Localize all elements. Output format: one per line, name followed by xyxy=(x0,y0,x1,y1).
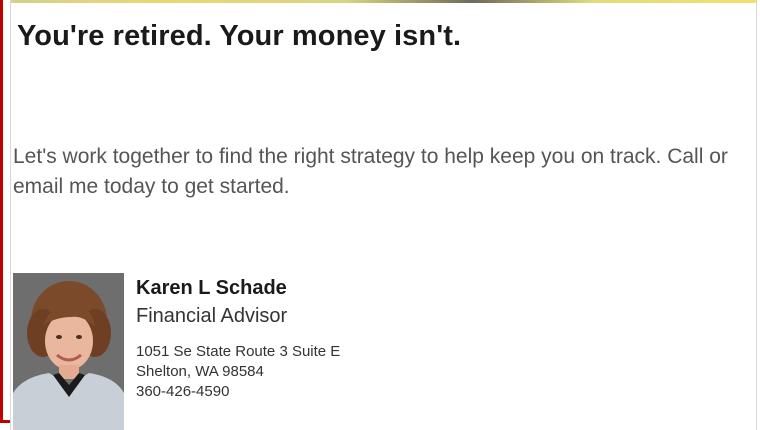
body-text: Let's work together to find the right st… xyxy=(13,145,728,198)
phone-number[interactable]: 360-426-4590 xyxy=(136,382,340,402)
advisor-portrait-image xyxy=(13,273,124,430)
banner-image-strip xyxy=(11,0,756,3)
advisor-name: Karen L Schade xyxy=(136,277,287,299)
advisor-info: Karen L Schade Financial Advisor 1051 Se… xyxy=(136,274,340,402)
advisor-photo xyxy=(13,273,124,430)
left-accent-bar-corner xyxy=(0,420,10,423)
advisor-contact: 1051 Se State Route 3 Suite E Shelton, W… xyxy=(136,342,340,402)
left-accent-bar xyxy=(0,0,3,422)
address-line-1: 1051 Se State Route 3 Suite E xyxy=(136,343,341,360)
advisor-ad-card: You're retired. Your money isn't. Let's … xyxy=(10,0,757,430)
headline: You're retired. Your money isn't. xyxy=(17,20,462,52)
address-line-2: Shelton, WA 98584 xyxy=(136,363,264,380)
advisor-title: Financial Advisor xyxy=(136,305,288,327)
